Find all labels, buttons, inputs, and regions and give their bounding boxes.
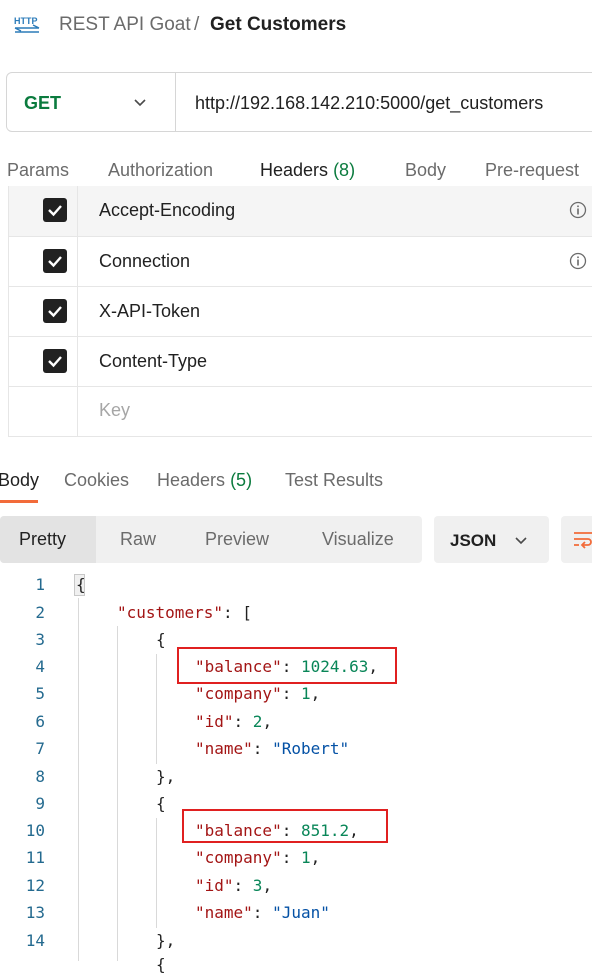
url-input[interactable]: http://192.168.142.210:5000/get_customer… xyxy=(195,93,543,114)
indent-guide xyxy=(156,654,157,764)
http-icon: HTTP xyxy=(14,16,40,33)
header-key[interactable]: Connection xyxy=(99,251,190,272)
header-row[interactable]: Accept-Encoding xyxy=(8,186,592,237)
format-select-label: JSON xyxy=(450,531,497,550)
json-number: 1 xyxy=(300,848,311,867)
header-checkbox[interactable] xyxy=(43,349,67,373)
code-line: "id": 2, xyxy=(195,712,273,731)
tab-cookies[interactable]: Cookies xyxy=(64,470,129,491)
header-key[interactable]: Content-Type xyxy=(99,351,207,372)
chevron-down-icon[interactable] xyxy=(132,94,148,110)
code-line: { xyxy=(156,794,166,813)
json-key: customers xyxy=(126,603,214,622)
line-number: 14 xyxy=(25,931,45,950)
checkmark-icon xyxy=(48,205,62,217)
checkmark-icon xyxy=(48,256,62,268)
json-number: 1 xyxy=(300,684,311,703)
tab-label: Body xyxy=(405,160,447,180)
header-key-input[interactable]: Key xyxy=(99,400,130,421)
method-select[interactable]: GET xyxy=(24,93,61,114)
view-mode-visualize[interactable]: Visualize xyxy=(322,529,394,550)
tab-label: Params xyxy=(7,160,70,180)
checkmark-icon xyxy=(48,306,62,318)
divider xyxy=(175,73,176,131)
json-number: 2 xyxy=(252,712,263,731)
code-line: "id": 3, xyxy=(195,876,273,895)
highlight-box xyxy=(182,809,388,843)
request-title[interactable]: Get Customers xyxy=(210,14,346,36)
header-row[interactable]: Content-Type xyxy=(8,337,592,387)
tab-headers[interactable]: Headers (8) xyxy=(260,160,355,181)
json-number: 3 xyxy=(252,876,263,895)
code-line: "customers": [ xyxy=(117,603,252,622)
line-number: 4 xyxy=(35,657,45,676)
line-number: 5 xyxy=(35,684,45,703)
breadcrumb-separator: / xyxy=(194,14,200,35)
line-number: 2 xyxy=(35,603,45,622)
header-row[interactable]: X-API-Token xyxy=(8,287,592,337)
tab-params[interactable]: Params xyxy=(7,160,69,181)
header-checkbox[interactable] xyxy=(43,198,67,222)
checkbox-cell xyxy=(8,387,78,436)
header-checkbox[interactable] xyxy=(43,249,67,273)
line-number: 7 xyxy=(35,739,45,758)
info-icon[interactable] xyxy=(569,252,587,270)
wrap-lines-icon xyxy=(574,532,592,549)
code-line: { xyxy=(156,630,166,649)
header-key[interactable]: X-API-Token xyxy=(99,301,200,322)
breadcrumb-collection[interactable]: REST API Goat xyxy=(59,14,191,36)
tab-label: Headers xyxy=(260,160,329,180)
code-line: "company": 1, xyxy=(195,848,321,867)
tab-count: (5) xyxy=(230,470,253,490)
line-number: 9 xyxy=(35,794,45,813)
line-number: 12 xyxy=(25,876,45,895)
indent-guide xyxy=(117,626,118,961)
line-number: 8 xyxy=(35,767,45,786)
info-icon[interactable] xyxy=(569,201,587,219)
highlight-box xyxy=(177,647,397,684)
tab-label: Authorization xyxy=(108,160,214,180)
code-line: { xyxy=(76,575,86,594)
line-number: 11 xyxy=(25,848,45,867)
svg-text:HTTP: HTTP xyxy=(14,16,38,26)
view-mode-pretty[interactable]: Pretty xyxy=(19,529,66,550)
tab-count: (8) xyxy=(333,160,356,180)
json-string: Robert xyxy=(281,739,340,758)
tab-authorization[interactable]: Authorization xyxy=(108,160,213,181)
chevron-down-icon xyxy=(515,537,527,545)
tab-label: Pre-request xyxy=(485,160,580,180)
indent-guide xyxy=(78,598,79,961)
tab-test-results[interactable]: Test Results xyxy=(285,470,383,491)
header-checkbox[interactable] xyxy=(43,299,67,323)
tab-label: Body xyxy=(0,470,40,490)
header-row[interactable]: Connection xyxy=(8,237,592,287)
header-row-new[interactable]: Key xyxy=(8,387,592,437)
code-line: "name": "Juan" xyxy=(195,903,330,922)
active-tab-indicator xyxy=(0,500,38,503)
view-mode-raw[interactable]: Raw xyxy=(120,529,156,550)
code-line: }, xyxy=(156,767,176,786)
code-line: }, xyxy=(156,931,176,950)
tab-label: Headers xyxy=(157,470,226,490)
line-number: 6 xyxy=(35,712,45,731)
view-mode-preview[interactable]: Preview xyxy=(205,529,269,550)
tab-response-headers[interactable]: Headers (5) xyxy=(157,470,252,491)
line-number: 3 xyxy=(35,630,45,649)
code-line: "company": 1, xyxy=(195,684,321,703)
line-number: 1 xyxy=(35,575,45,594)
line-number: 13 xyxy=(25,903,45,922)
header-key[interactable]: Accept-Encoding xyxy=(99,200,235,221)
indent-guide xyxy=(156,818,157,928)
tab-response-body[interactable]: Body xyxy=(0,470,39,491)
code-line: { xyxy=(156,955,166,974)
tab-label: Test Results xyxy=(285,470,384,490)
code-line: "name": "Robert" xyxy=(195,739,350,758)
tab-label: Cookies xyxy=(64,470,130,490)
tab-pre-request[interactable]: Pre-request xyxy=(485,160,579,181)
checkmark-icon xyxy=(48,356,62,368)
json-string: Juan xyxy=(281,903,321,922)
tab-body[interactable]: Body xyxy=(405,160,446,181)
line-number: 10 xyxy=(25,821,45,840)
